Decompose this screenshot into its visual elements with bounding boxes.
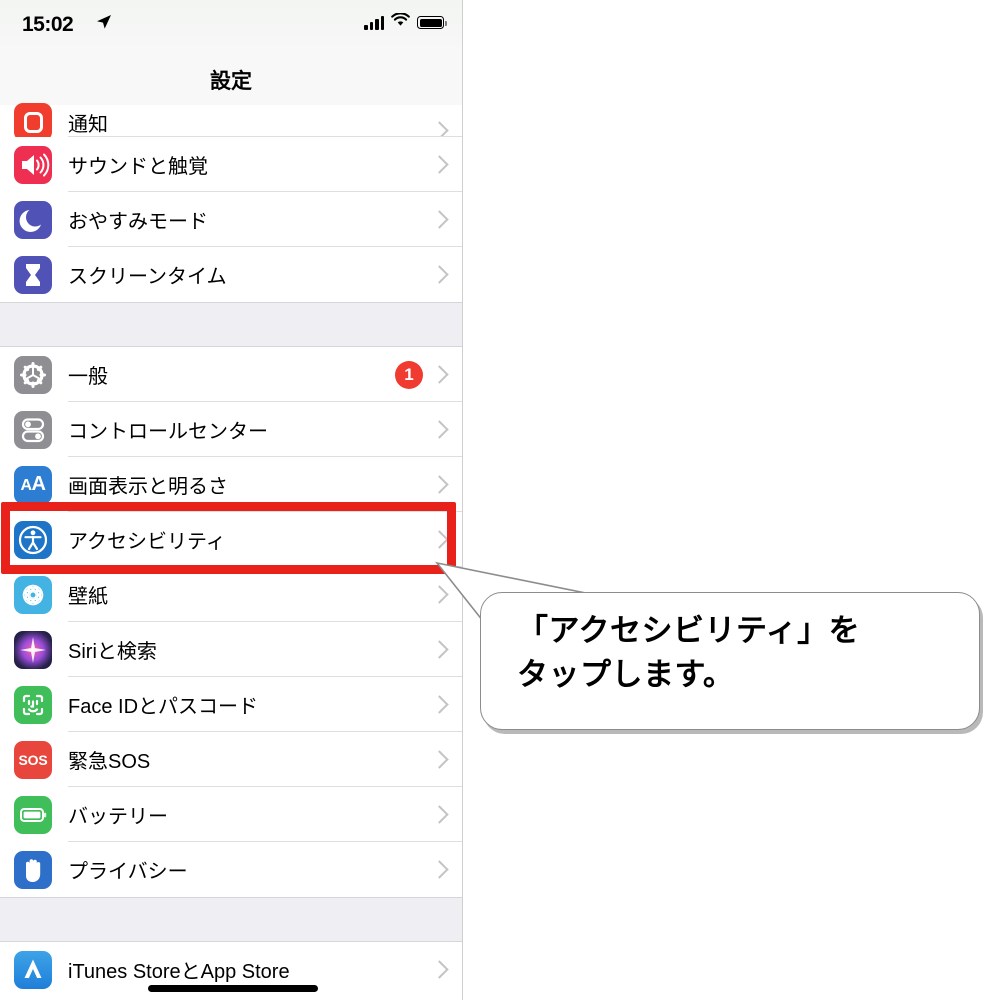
settings-row-label: コントロールセンター xyxy=(68,421,268,443)
row-accessory xyxy=(430,265,462,284)
chevron-right-icon[interactable] xyxy=(430,805,449,824)
settings-row-label: 画面表示と明るさ xyxy=(68,476,228,498)
settings-row-label: 壁紙 xyxy=(68,586,108,608)
general-gear-icon xyxy=(14,355,52,394)
accessibility-icon xyxy=(14,520,52,559)
chevron-right-icon[interactable] xyxy=(430,420,449,439)
page-title: 設定 xyxy=(210,70,252,93)
settings-row-label: おやすみモード xyxy=(68,211,208,233)
chevron-right-icon[interactable] xyxy=(430,960,449,979)
settings-row-label: iTunes StoreとApp Store xyxy=(68,961,290,983)
chevron-right-icon[interactable] xyxy=(430,860,449,879)
sounds-haptics-icon xyxy=(14,145,52,184)
settings-row-label: プライバシー xyxy=(68,861,188,883)
privacy-hand-icon xyxy=(14,850,52,889)
settings-row-label: スクリーンタイム xyxy=(68,266,227,288)
chevron-right-icon[interactable] xyxy=(430,265,449,284)
status-bar: 15:02 xyxy=(0,0,462,46)
row-accessory xyxy=(430,210,462,229)
callout-line-2: タップします。 xyxy=(517,657,735,693)
display-brightness-icon: AA xyxy=(14,465,52,504)
settings-row-privacy-hand[interactable]: プライバシー xyxy=(0,842,462,897)
face-id-icon xyxy=(14,685,52,724)
callout-line-1: 「アクセシビリティ」を xyxy=(517,613,861,648)
settings-row-label: 緊急SOS xyxy=(68,751,151,773)
settings-row-label: アクセシビリティ xyxy=(68,531,226,553)
settings-row-label: 通知 xyxy=(68,114,108,136)
chevron-right-icon[interactable] xyxy=(430,750,449,769)
battery-full-icon xyxy=(417,16,447,29)
wifi-icon xyxy=(391,12,410,32)
settings-row-control-center[interactable]: コントロールセンター xyxy=(0,402,462,457)
chevron-right-icon[interactable] xyxy=(430,210,449,229)
row-accessory xyxy=(430,475,462,494)
settings-row-wallpaper[interactable]: 壁紙 xyxy=(0,567,462,622)
row-accessory xyxy=(430,420,462,439)
settings-row-emergency-sos[interactable]: SOS 緊急SOS xyxy=(0,732,462,787)
settings-row-display-brightness[interactable]: AA 画面表示と明るさ xyxy=(0,457,462,512)
settings-row-label: サウンドと触覚 xyxy=(68,156,208,178)
chevron-right-icon[interactable] xyxy=(430,365,449,384)
screen-time-icon xyxy=(14,255,52,294)
settings-list[interactable]: 通知サウンドと触覚 おやすみモード スクリーンタイム 一般 1 コントロールセンター AA 画… xyxy=(0,103,462,1000)
nav-bar: 設定 xyxy=(0,46,462,105)
siri-search-icon xyxy=(14,630,52,669)
settings-row-battery-settings[interactable]: バッテリー xyxy=(0,787,462,842)
cellular-signal-icon xyxy=(364,15,384,30)
chevron-right-icon[interactable] xyxy=(430,475,449,494)
notifications-icon xyxy=(14,103,52,141)
callout-bubble: 「アクセシビリティ」を タップします。 xyxy=(480,592,980,730)
do-not-disturb-icon xyxy=(14,200,52,239)
phone-screen: 15:02 設定 通知サウンドと触覚 おやすみモード スクリーンタイム 一般 1 コントロ… xyxy=(0,0,463,1000)
wallpaper-icon xyxy=(14,575,52,614)
status-indicators xyxy=(364,12,447,32)
settings-row-do-not-disturb[interactable]: おやすみモード xyxy=(0,192,462,247)
settings-row-label: Siriと検索 xyxy=(68,641,157,663)
status-time: 15:02 xyxy=(22,13,74,36)
row-accessory xyxy=(430,695,462,714)
status-badge: 1 xyxy=(395,360,423,389)
settings-row-label: バッテリー xyxy=(68,806,168,828)
settings-row-siri-search[interactable]: Siriと検索 xyxy=(0,622,462,677)
row-accessory xyxy=(430,750,462,769)
row-accessory xyxy=(430,860,462,879)
settings-row-sounds-haptics[interactable]: サウンドと触覚 xyxy=(0,137,462,192)
battery-settings-icon xyxy=(14,795,52,834)
chevron-right-icon[interactable] xyxy=(430,155,449,174)
callout-text: 「アクセシビリティ」を タップします。 xyxy=(517,609,957,697)
app-store-icon xyxy=(14,950,52,989)
home-indicator[interactable] xyxy=(148,985,318,992)
emergency-sos-icon: SOS xyxy=(14,740,52,779)
settings-row-label: Face IDとパスコード xyxy=(68,696,259,718)
row-accessory xyxy=(430,805,462,824)
settings-row-notifications[interactable]: 通知 xyxy=(0,103,462,141)
location-arrow-icon xyxy=(96,14,112,35)
row-accessory xyxy=(430,960,462,979)
row-accessory: 1 xyxy=(395,360,462,389)
control-center-icon xyxy=(14,410,52,449)
settings-row-accessibility[interactable]: アクセシビリティ xyxy=(0,512,462,567)
group-separator xyxy=(0,897,462,942)
settings-row-label: 一般 xyxy=(68,366,108,388)
chevron-right-icon[interactable] xyxy=(430,695,449,714)
group-separator xyxy=(0,302,462,347)
settings-row-screen-time[interactable]: スクリーンタイム xyxy=(0,247,462,302)
row-accessory xyxy=(430,155,462,174)
settings-row-face-id[interactable]: Face IDとパスコード xyxy=(0,677,462,732)
settings-row-general-gear[interactable]: 一般 1 xyxy=(0,347,462,402)
